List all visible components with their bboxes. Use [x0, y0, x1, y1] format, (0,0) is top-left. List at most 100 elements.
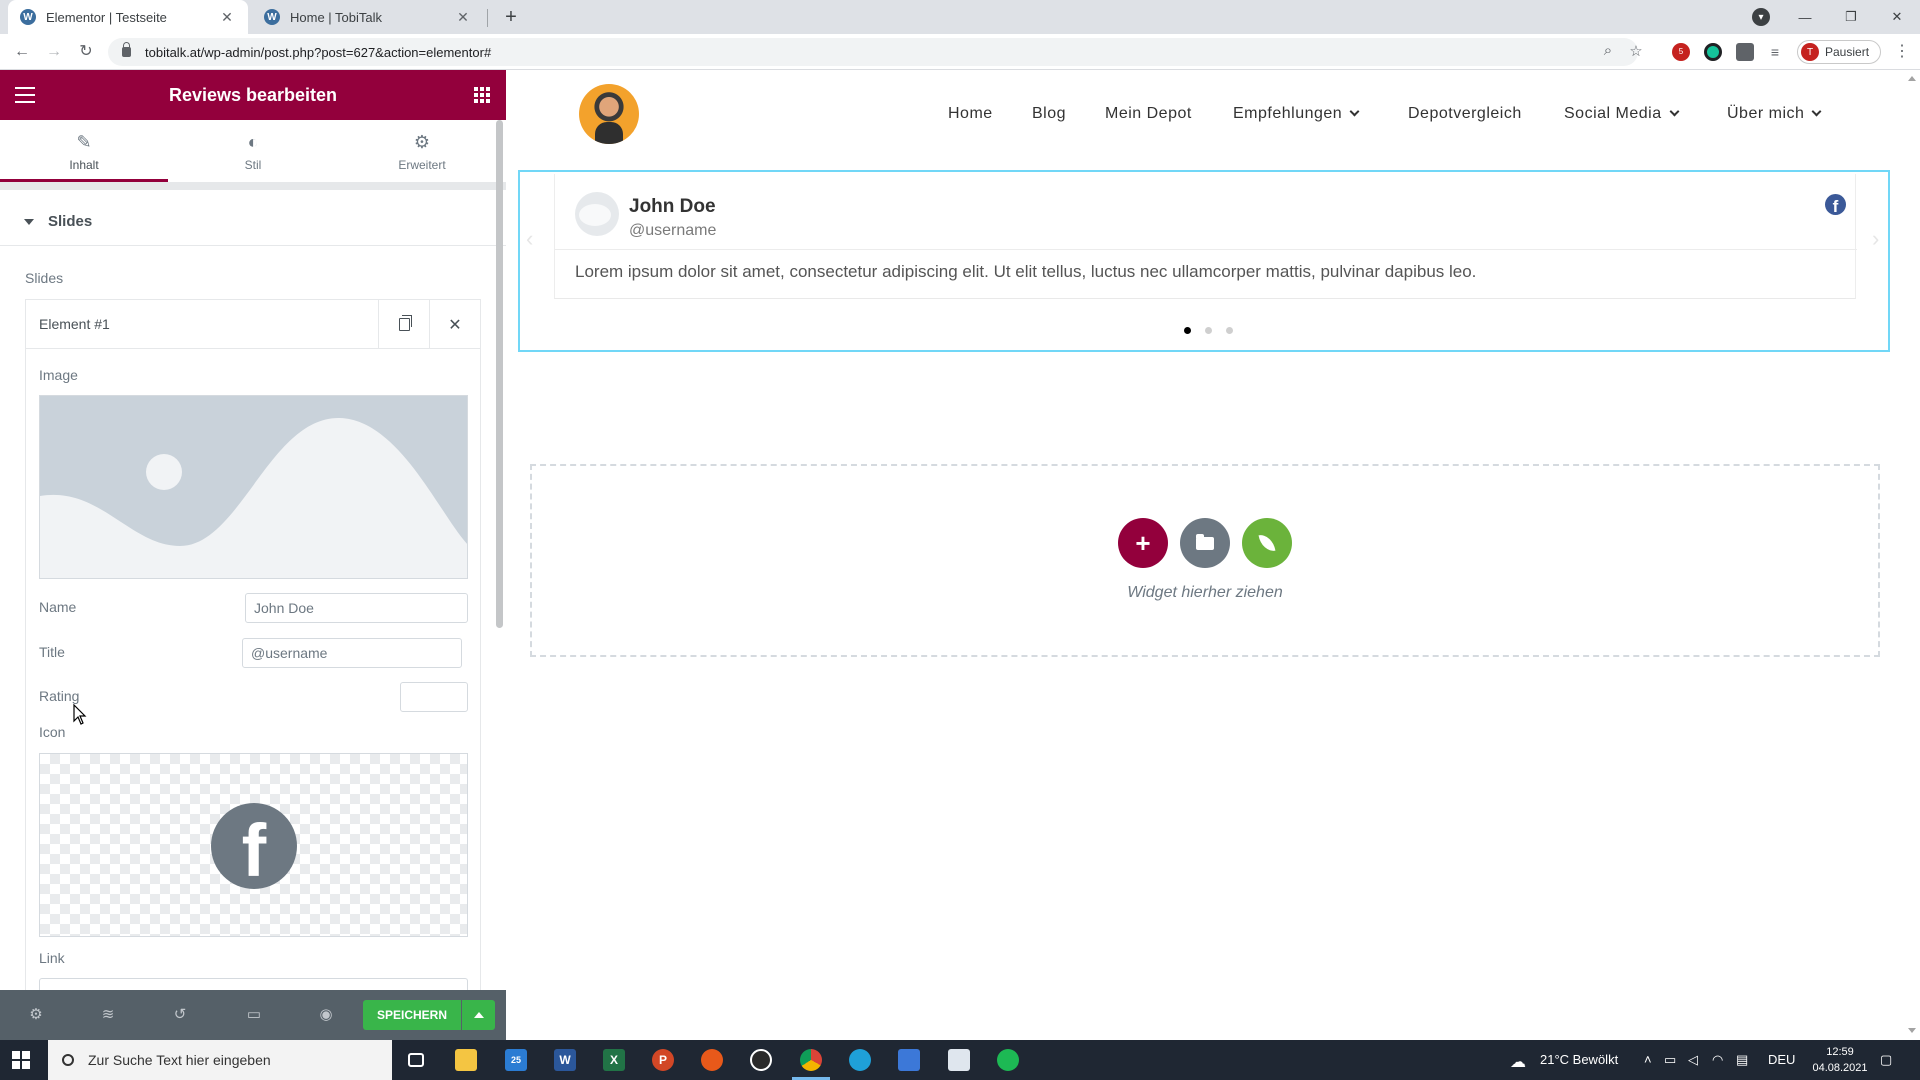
page-scrollbar[interactable] — [1904, 70, 1920, 1040]
profile-status: Pausiert — [1825, 45, 1870, 59]
edge-icon[interactable] — [846, 1046, 874, 1074]
repeater-item-title: Element #1 — [39, 316, 110, 332]
profile-button[interactable]: T Pausiert — [1797, 40, 1881, 64]
nav-item-depotvergleich[interactable]: Depotvergleich — [1408, 105, 1522, 123]
language-indicator[interactable]: DEU — [1768, 1052, 1795, 1067]
restore-button[interactable]: ❐ — [1828, 0, 1874, 34]
close-icon[interactable]: ✕ — [218, 9, 236, 26]
tab-label: Erweitert — [398, 158, 446, 172]
tab-search-icon[interactable]: ▾ — [1752, 8, 1770, 26]
reviews-widget[interactable]: ‹ › John Doe @username f Lorem ipsum dol… — [518, 170, 1890, 352]
window-close-button[interactable]: ✕ — [1874, 0, 1920, 34]
pagination-dot[interactable] — [1184, 327, 1191, 334]
forward-icon[interactable]: → — [42, 40, 66, 64]
tab-elementor[interactable]: W Elementor | Testseite ✕ — [8, 0, 248, 34]
envato-kit-button[interactable] — [1242, 518, 1292, 568]
menu-kebab-icon[interactable]: ⋮ — [1890, 40, 1914, 64]
half-circle-icon: ◐ — [247, 132, 259, 152]
site-logo[interactable] — [579, 84, 639, 144]
weather-cloud-icon[interactable]: ☁ — [1510, 1052, 1526, 1072]
title-field[interactable]: @username — [242, 638, 462, 668]
responsive-mode-icon[interactable]: ▭ — [244, 1005, 264, 1025]
caret-down-icon — [24, 218, 34, 225]
tab-inhalt[interactable]: ✎ Inhalt — [0, 120, 168, 182]
notifications-icon[interactable]: ▢ — [1880, 1052, 1892, 1068]
close-icon[interactable]: ✕ — [454, 9, 472, 26]
powerpoint-icon[interactable]: P — [649, 1046, 677, 1074]
tab-stil[interactable]: ◐ Stil — [169, 120, 337, 182]
chevron-up-icon[interactable]: ˄ — [1644, 1052, 1652, 1067]
nav-item-ueber-mich[interactable]: Über mich — [1727, 105, 1822, 123]
volume-icon[interactable]: ◁ — [1688, 1052, 1698, 1068]
file-explorer-icon[interactable] — [452, 1046, 480, 1074]
remove-button[interactable]: ✕ — [429, 300, 480, 349]
excel-icon[interactable]: X — [600, 1046, 628, 1074]
section-title: Slides — [48, 213, 93, 230]
add-template-button[interactable] — [1180, 518, 1230, 568]
nav-item-home[interactable]: Home — [948, 105, 993, 123]
widget-drop-zone[interactable]: + Widget hierher ziehen — [530, 464, 1880, 657]
scroll-down-icon[interactable] — [1908, 1028, 1916, 1033]
scroll-up-icon[interactable] — [1908, 76, 1916, 81]
next-slide-icon[interactable]: › — [1872, 226, 1879, 252]
prev-slide-icon[interactable]: ‹ — [526, 226, 533, 252]
back-icon[interactable]: ← — [10, 40, 34, 64]
icon-picker[interactable]: f — [39, 753, 468, 937]
adblock-extension-icon[interactable]: 5 — [1672, 43, 1690, 61]
nav-item-mein-depot[interactable]: Mein Depot — [1105, 105, 1192, 123]
save-button[interactable]: SPEICHERN — [363, 1000, 461, 1030]
new-tab-button[interactable]: + — [498, 4, 524, 30]
tab-erweitert[interactable]: ⚙ Erweitert — [338, 120, 506, 182]
zoom-icon[interactable]: ⌕ — [1598, 42, 1618, 59]
word-icon[interactable]: W — [551, 1046, 579, 1074]
chrome-icon[interactable] — [797, 1046, 825, 1074]
add-section-button[interactable]: + — [1118, 518, 1168, 568]
pagination-dot[interactable] — [1205, 327, 1212, 334]
settings-gear-icon[interactable]: ⚙ — [26, 1005, 46, 1025]
image-picker[interactable] — [39, 395, 468, 579]
notepad-icon[interactable] — [945, 1046, 973, 1074]
app-icon[interactable] — [895, 1046, 923, 1074]
history-icon[interactable]: ↺ — [170, 1005, 190, 1025]
save-options-button[interactable] — [462, 1000, 495, 1030]
obs-icon[interactable] — [747, 1046, 775, 1074]
duplicate-button[interactable] — [378, 300, 429, 349]
preview-eye-icon[interactable]: ◉ — [316, 1005, 336, 1025]
nav-item-social-media[interactable]: Social Media — [1564, 105, 1680, 123]
reload-icon[interactable]: ↻ — [74, 40, 98, 64]
weather-text[interactable]: 21°C Bewölkt — [1540, 1052, 1618, 1067]
clock[interactable]: 12:59 04.08.2021 — [1810, 1044, 1870, 1076]
nav-item-empfehlungen[interactable]: Empfehlungen — [1233, 105, 1360, 123]
facebook-icon[interactable]: f — [1825, 194, 1846, 215]
panel-title: Reviews bearbeiten — [168, 85, 338, 105]
app-icon[interactable] — [698, 1046, 726, 1074]
tab-title: Elementor | Testseite — [46, 9, 167, 25]
bookmark-star-icon[interactable]: ☆ — [1626, 42, 1646, 60]
taskbar-search-input[interactable]: Zur Suche Text hier eingeben — [48, 1040, 392, 1080]
widgets-grid-icon[interactable] — [474, 87, 490, 103]
puzzle-extensions-icon[interactable] — [1736, 43, 1754, 61]
avatar: T — [1801, 43, 1819, 61]
image-label: Image — [39, 367, 78, 383]
panel-scrollbar[interactable] — [496, 120, 503, 628]
network-icon[interactable]: ▭ — [1664, 1052, 1676, 1068]
keyboard-icon[interactable]: ▤ — [1736, 1052, 1748, 1068]
task-view-icon[interactable] — [402, 1046, 430, 1074]
repeater-item-header[interactable]: Element #1 ✕ — [26, 300, 480, 349]
spotify-icon[interactable] — [994, 1046, 1022, 1074]
minimize-button[interactable]: — — [1782, 0, 1828, 34]
grammarly-extension-icon[interactable] — [1704, 43, 1722, 61]
nav-item-blog[interactable]: Blog — [1032, 105, 1066, 123]
rating-field[interactable] — [400, 682, 468, 712]
pagination-dot[interactable] — [1226, 327, 1233, 334]
name-field[interactable]: John Doe — [245, 593, 468, 623]
address-bar[interactable]: tobitalk.at/wp-admin/post.php?post=627&a… — [108, 38, 1643, 66]
navigator-layers-icon[interactable]: ≋ — [98, 1005, 118, 1025]
reading-list-icon[interactable]: ≡ — [1766, 43, 1784, 61]
mail-icon[interactable]: 25 — [502, 1046, 530, 1074]
windows-start-icon[interactable] — [12, 1051, 30, 1069]
wifi-icon[interactable]: ◠ — [1712, 1052, 1723, 1068]
tab-tobitalk[interactable]: W Home | TobiTalk ✕ — [252, 0, 484, 34]
link-label: Link — [39, 950, 65, 966]
section-slides-toggle[interactable]: Slides — [0, 198, 506, 246]
